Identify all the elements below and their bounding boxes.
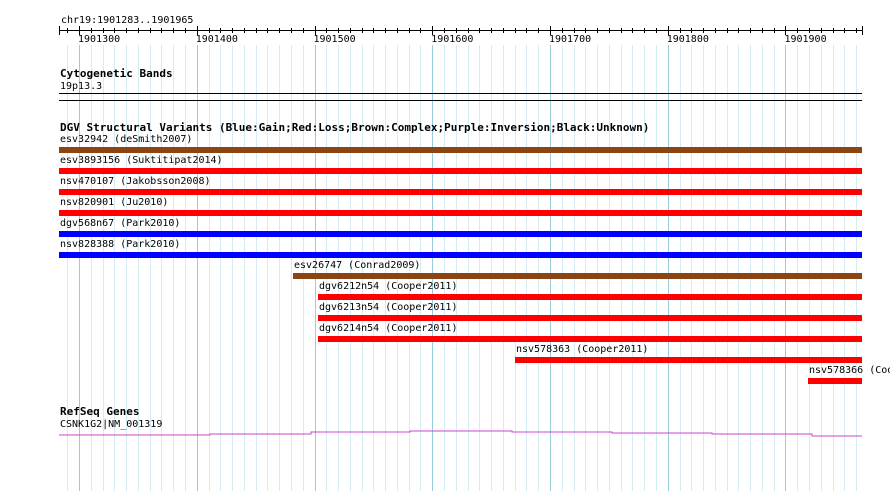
variant-bar[interactable]: [808, 378, 862, 384]
variant-bar[interactable]: [515, 357, 862, 363]
ruler-tick-label: 1901900: [784, 34, 827, 45]
ruler-tick-label: 1901800: [666, 34, 709, 45]
variant-label[interactable]: esv32942 (deSmith2007): [60, 134, 192, 145]
variant-label[interactable]: nsv828388 (Park2010): [60, 239, 180, 250]
variant-bar[interactable]: [59, 252, 862, 258]
variant-bar[interactable]: [59, 168, 862, 174]
ruler-tick-label: 1901600: [431, 34, 474, 45]
cytoband-label: 19p13.3: [60, 81, 103, 92]
variant-label[interactable]: nsv578366 (Coop: [809, 365, 890, 376]
variant-label[interactable]: nsv578363 (Cooper2011): [516, 344, 648, 355]
dgv-track-title[interactable]: DGV Structural Variants (Blue:Gain;Red:L…: [60, 122, 649, 134]
variant-bar[interactable]: [293, 273, 862, 279]
variant-bar[interactable]: [318, 336, 862, 342]
variant-bar[interactable]: [318, 315, 862, 321]
variant-bar[interactable]: [59, 189, 862, 195]
variant-bar[interactable]: [59, 147, 862, 153]
ruler-tick-label: 1901400: [195, 34, 238, 45]
variant-bar[interactable]: [59, 231, 862, 237]
cytoband-bottom-line: [59, 100, 862, 101]
refseq-gene-label[interactable]: CSNK1G2|NM_001319: [60, 419, 162, 430]
variant-label[interactable]: dgv6212n54 (Cooper2011): [319, 281, 457, 292]
cytoband-track-title[interactable]: Cytogenetic Bands: [60, 68, 173, 80]
variant-label[interactable]: esv3893156 (Suktitipat2014): [60, 155, 223, 166]
variant-label[interactable]: dgv568n67 (Park2010): [60, 218, 180, 229]
ruler-range-label: chr19:1901283..1901965: [61, 15, 194, 26]
variant-label[interactable]: dgv6213n54 (Cooper2011): [319, 302, 457, 313]
ruler-tick-label: 1901500: [313, 34, 356, 45]
variant-bar[interactable]: [59, 210, 862, 216]
refseq-track-title[interactable]: RefSeq Genes: [60, 406, 139, 418]
ruler-tick-label: 1901700: [548, 34, 592, 45]
variant-label[interactable]: esv26747 (Conrad2009): [294, 260, 420, 271]
cytoband-top-line: [59, 93, 862, 94]
ruler-tick-label: 1901300: [78, 34, 121, 45]
variant-label[interactable]: nsv470107 (Jakobsson2008): [60, 176, 211, 187]
variant-label[interactable]: nsv820901 (Ju2010): [60, 197, 168, 208]
variant-bar[interactable]: [318, 294, 862, 300]
variant-label[interactable]: dgv6214n54 (Cooper2011): [319, 323, 457, 334]
